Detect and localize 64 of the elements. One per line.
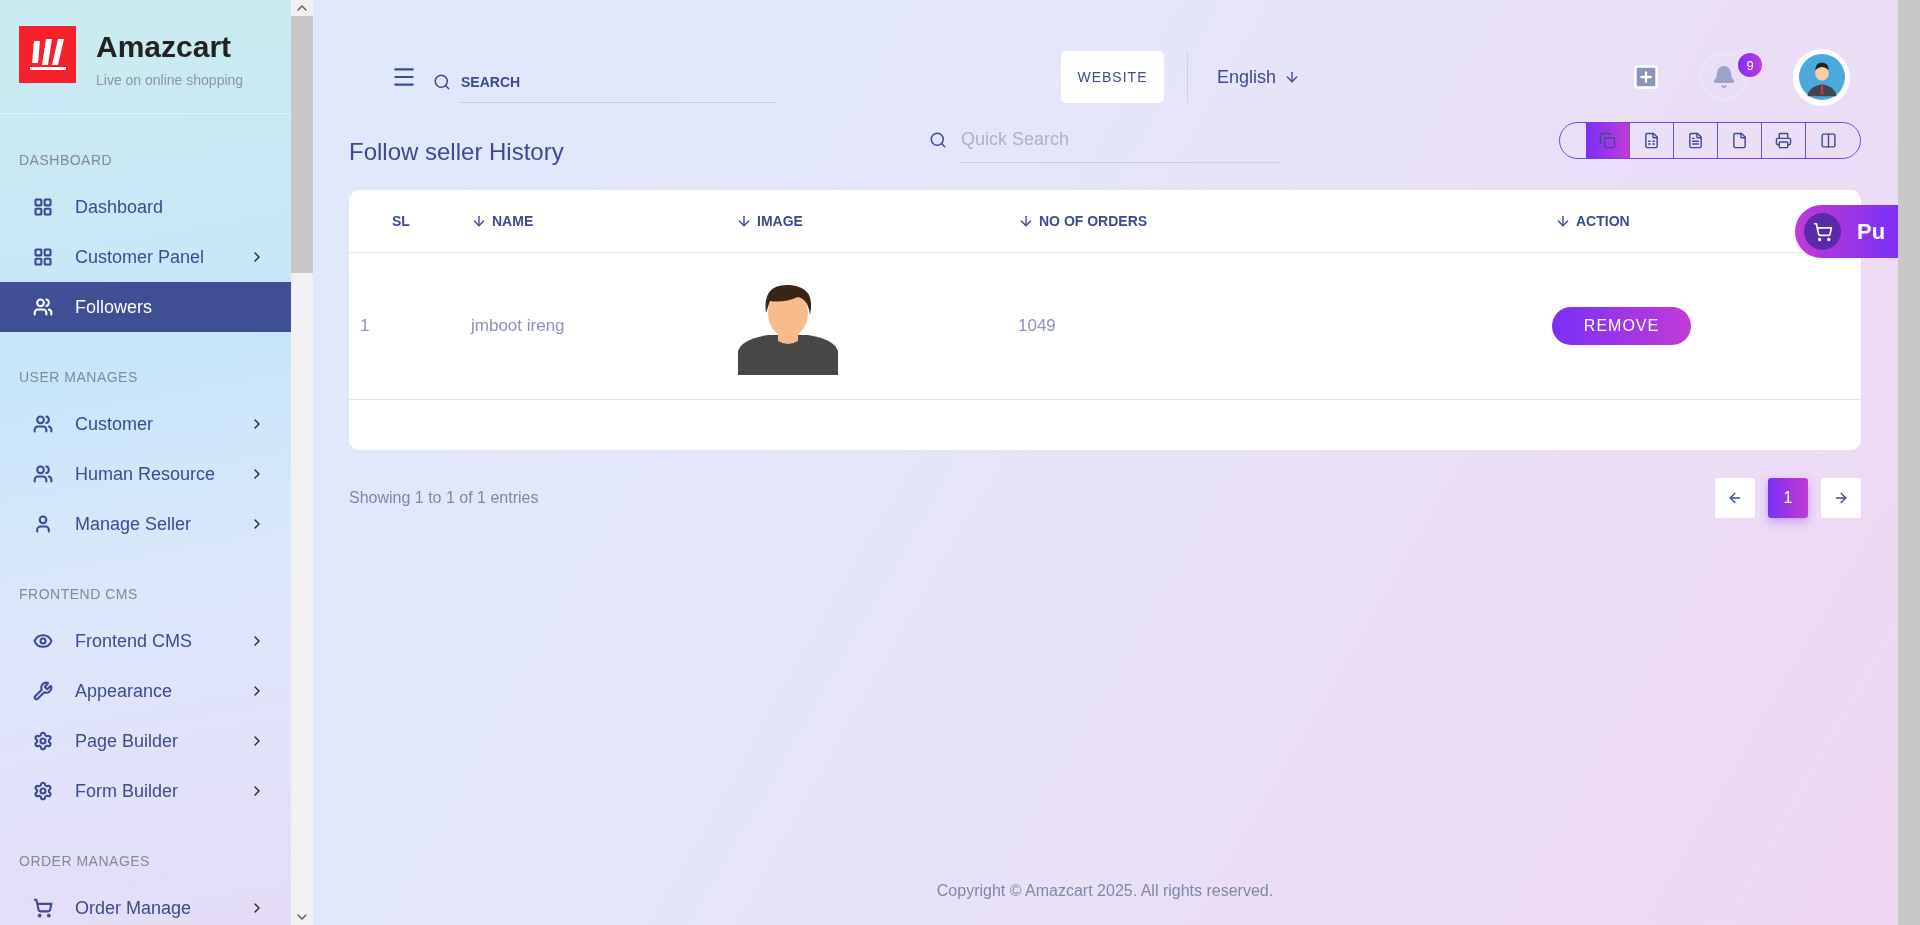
search-icon [433, 73, 451, 91]
add-icon[interactable] [1632, 63, 1660, 91]
text-file-icon [1687, 131, 1704, 149]
sort-arrow-icon [736, 213, 752, 229]
sidebar-section-title: DASHBOARD [18, 151, 114, 170]
search-field[interactable]: SEARCH [459, 61, 776, 103]
table-cell-text: jmboot ireng [471, 316, 566, 336]
cart-icon [33, 898, 53, 918]
scrollbar[interactable] [291, 0, 313, 925]
copy-icon [1599, 131, 1616, 149]
remove-button[interactable]: REMOVE [1552, 307, 1691, 345]
sidebar-item[interactable]: Human Resource [0, 449, 291, 499]
copyright-text: Copyright © Amazcart 2025. All rights reserved. [936, 882, 1274, 900]
sidebar-item[interactable]: Customer [0, 399, 291, 449]
column-header[interactable]: NAME [471, 213, 534, 229]
floating-cart-button[interactable]: Pu [1795, 205, 1898, 258]
users-icon [33, 464, 53, 484]
spreadsheet-file-icon [1643, 131, 1660, 149]
cart-icon [1812, 221, 1833, 242]
table-cell-text: 1049 [1018, 316, 1057, 336]
user-avatar[interactable] [1793, 48, 1850, 106]
brand-name: Amazcart [96, 30, 233, 64]
column-header[interactable]: IMAGE [736, 213, 803, 229]
sidebar-item[interactable]: Followers [0, 282, 291, 332]
previous-page-button[interactable] [1715, 478, 1755, 518]
table-cell-text: 1 [359, 316, 371, 336]
column-header[interactable]: SL [392, 213, 410, 229]
sidebar-item[interactable]: Frontend CMS [0, 616, 291, 666]
sidebar-section-title: FRONTEND CMS [18, 585, 139, 604]
users-icon [33, 297, 53, 317]
brand-logo [19, 26, 76, 83]
sidebar-section-title: ORDER MANAGES [18, 852, 151, 871]
sidebar-item[interactable]: Page Builder [0, 716, 291, 766]
notification-count: 9 [1738, 53, 1762, 77]
columns-icon [1819, 131, 1837, 149]
person-silhouette-icon [1798, 54, 1845, 100]
users-icon [33, 414, 53, 434]
sidebar-item[interactable]: Dashboard [0, 182, 291, 232]
entries-info: Showing 1 to 1 of 1 entries [349, 489, 539, 507]
sidebar-item[interactable]: Manage Seller [0, 499, 291, 549]
sidebar-section-title: USER MANAGES [18, 368, 139, 387]
scrollbar[interactable] [1898, 0, 1920, 925]
wrench-icon [33, 681, 53, 701]
quick-search-field[interactable]: Quick Search [959, 117, 1279, 163]
sidebar-item[interactable]: Form Builder [0, 766, 291, 816]
print-icon [1775, 131, 1792, 149]
grid-icon [33, 197, 53, 217]
user-icon [33, 514, 53, 534]
sidebar-item[interactable]: Appearance [0, 666, 291, 716]
page-title: Follow seller History [349, 138, 565, 166]
arrow-left-icon [1727, 490, 1743, 506]
page-button[interactable]: 1 [1768, 478, 1808, 518]
eye-icon [33, 631, 53, 651]
sidebar-item[interactable]: Customer Panel [0, 232, 291, 282]
website-button[interactable]: WEBSITE [1061, 51, 1164, 103]
language-selector[interactable]: English [1211, 65, 1307, 89]
next-page-button[interactable] [1821, 478, 1861, 518]
search-icon [929, 131, 947, 149]
column-header[interactable]: ACTION [1555, 213, 1630, 229]
column-header[interactable]: NO OF ORDERS [1018, 213, 1148, 229]
grid-icon [33, 247, 53, 267]
brand-tagline: Live on online shopping [96, 72, 244, 88]
arrow-right-icon [1833, 490, 1849, 506]
sidebar-item[interactable]: Order Manage [0, 883, 291, 925]
